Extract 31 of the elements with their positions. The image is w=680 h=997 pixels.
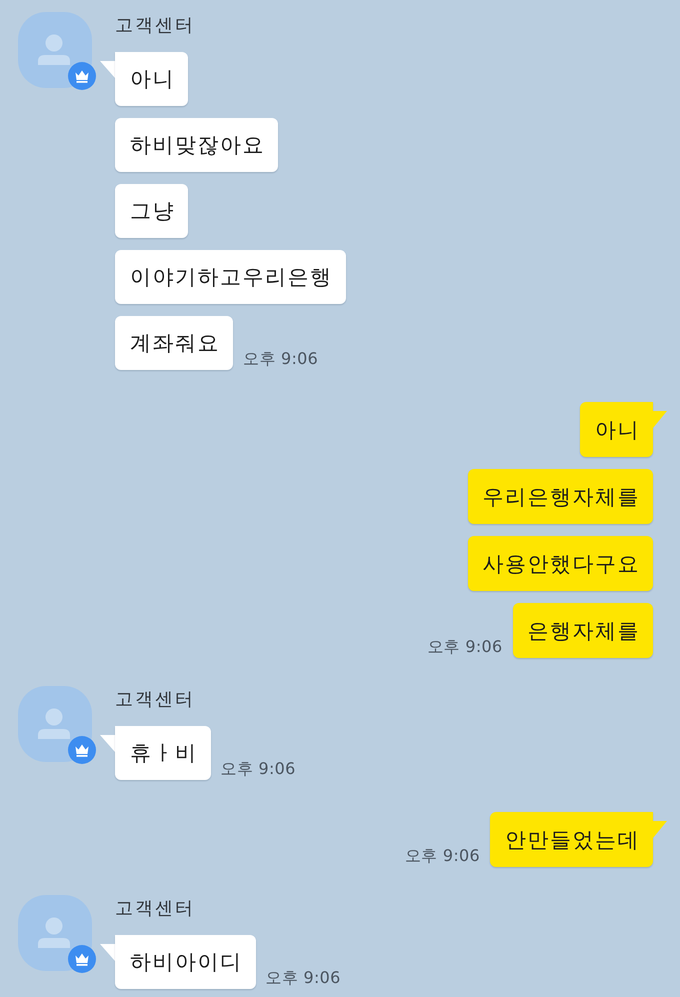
message-bubble: 휴ㅏ비 — [115, 726, 210, 780]
message-bubble: 우리은행자체를 — [468, 469, 653, 524]
message-bubble: 계좌줘요 — [115, 316, 233, 370]
speech-tail-icon — [100, 944, 115, 961]
message-bubble: 은행자체를 — [512, 603, 653, 658]
crown-badge-icon — [68, 945, 96, 973]
crown-badge-icon — [68, 736, 96, 764]
sender-name: 고객센터 — [115, 897, 195, 921]
message-bubble: 아니 — [115, 52, 188, 106]
speech-tail-icon — [653, 411, 667, 428]
speech-tail-icon — [100, 61, 115, 78]
person-avatar-icon — [18, 12, 92, 88]
message-time: 오후 9:06 — [220, 759, 296, 779]
message-time: 오후 9:06 — [427, 637, 502, 657]
message-time: 오후 9:06 — [243, 349, 318, 369]
crown-badge-icon — [68, 62, 96, 90]
message-bubble: 사용안했다구요 — [468, 536, 653, 591]
message-bubble: 이야기하고우리은행 — [115, 250, 346, 304]
speech-tail-icon — [653, 821, 667, 838]
message-bubble: 아니 — [580, 402, 653, 457]
message-bubble: 하비아이디 — [115, 935, 256, 989]
message-time: 오후 9:06 — [404, 846, 480, 866]
message-bubble: 하비맞잖아요 — [115, 118, 278, 172]
speech-tail-icon — [100, 735, 115, 752]
person-avatar-icon — [18, 895, 92, 971]
message-bubble: 안만들었는데 — [490, 812, 653, 867]
message-time: 오후 9:06 — [266, 968, 341, 988]
sender-name: 고객센터 — [115, 14, 195, 38]
person-avatar-icon — [18, 686, 92, 762]
sender-name: 고객센터 — [115, 688, 195, 712]
message-bubble: 그냥 — [115, 184, 188, 238]
